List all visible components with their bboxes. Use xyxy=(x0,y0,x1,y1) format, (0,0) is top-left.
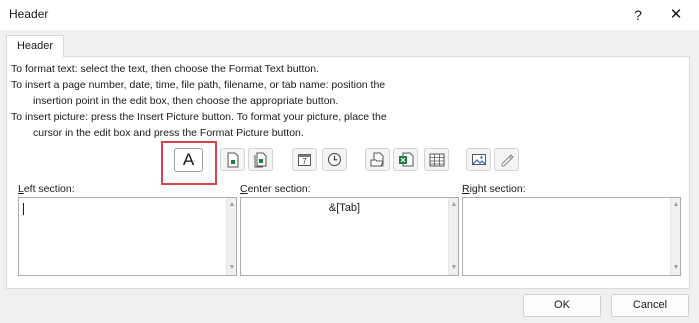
header-toolbar: A 7 xyxy=(0,148,699,178)
scroll-up-arrow-icon[interactable]: ▲ xyxy=(228,201,236,209)
left-section-editor[interactable]: ▲ ▼ xyxy=(18,197,237,276)
insert-date-button[interactable]: 7 xyxy=(292,148,317,171)
instruction-line: cursor in the edit box and press the For… xyxy=(33,127,304,139)
tab-header[interactable]: Header xyxy=(6,35,64,57)
left-section-label: Left section: xyxy=(18,183,75,195)
instruction-line: To format text: select the text, then ch… xyxy=(11,63,319,75)
ok-button[interactable]: OK xyxy=(523,294,601,317)
highlight-frame xyxy=(161,141,217,185)
picture-icon xyxy=(471,154,486,165)
scrollbar[interactable]: ▲ ▼ xyxy=(226,198,236,275)
instructions: To format text: select the text, then ch… xyxy=(11,61,387,141)
window-title: Header xyxy=(9,7,49,21)
instruction-line: To insert picture: press the Insert Pict… xyxy=(11,111,387,123)
center-section-label: Center section: xyxy=(240,183,311,195)
right-section-label: Right section: xyxy=(462,183,526,195)
cancel-button[interactable]: Cancel xyxy=(611,294,689,317)
insert-number-of-pages-button[interactable] xyxy=(248,148,273,171)
center-section-editor[interactable]: &[Tab] ▲ ▼ xyxy=(240,197,459,276)
scroll-up-arrow-icon[interactable]: ▲ xyxy=(672,201,680,209)
format-picture-button[interactable] xyxy=(494,148,519,171)
scroll-up-arrow-icon[interactable]: ▲ xyxy=(450,201,458,209)
insert-picture-button[interactable] xyxy=(466,148,491,171)
calendar-icon: 7 xyxy=(298,154,311,166)
close-button[interactable]: ✕ xyxy=(661,2,691,28)
help-button[interactable]: ? xyxy=(624,2,652,28)
insert-time-button[interactable] xyxy=(322,148,347,171)
page-number-icon xyxy=(227,152,238,167)
insert-file-name-button[interactable] xyxy=(393,148,418,171)
clock-icon xyxy=(327,152,342,167)
instruction-line: insertion point in the edit box, then ch… xyxy=(33,95,339,107)
scroll-down-arrow-icon[interactable]: ▼ xyxy=(228,264,236,272)
scroll-down-arrow-icon[interactable]: ▼ xyxy=(672,264,680,272)
excel-file-icon xyxy=(398,152,413,167)
instruction-line: To insert a page number, date, time, fil… xyxy=(11,79,386,91)
right-section-editor[interactable]: ▲ ▼ xyxy=(462,197,681,276)
folder-path-icon xyxy=(370,152,384,167)
text-caret xyxy=(23,203,24,215)
insert-page-number-button[interactable] xyxy=(220,148,245,171)
scrollbar[interactable]: ▲ ▼ xyxy=(448,198,458,275)
number-of-pages-icon xyxy=(254,152,267,167)
insert-sheet-name-button[interactable] xyxy=(424,148,449,171)
sheet-grid-icon xyxy=(429,153,444,166)
title-bar: Header ? ✕ xyxy=(0,0,699,30)
scroll-down-arrow-icon[interactable]: ▼ xyxy=(450,264,458,272)
scrollbar[interactable]: ▲ ▼ xyxy=(670,198,680,275)
format-picture-icon xyxy=(501,154,514,167)
insert-file-path-button[interactable] xyxy=(365,148,390,171)
svg-text:7: 7 xyxy=(302,157,307,166)
center-section-value: &[Tab] xyxy=(328,202,361,214)
